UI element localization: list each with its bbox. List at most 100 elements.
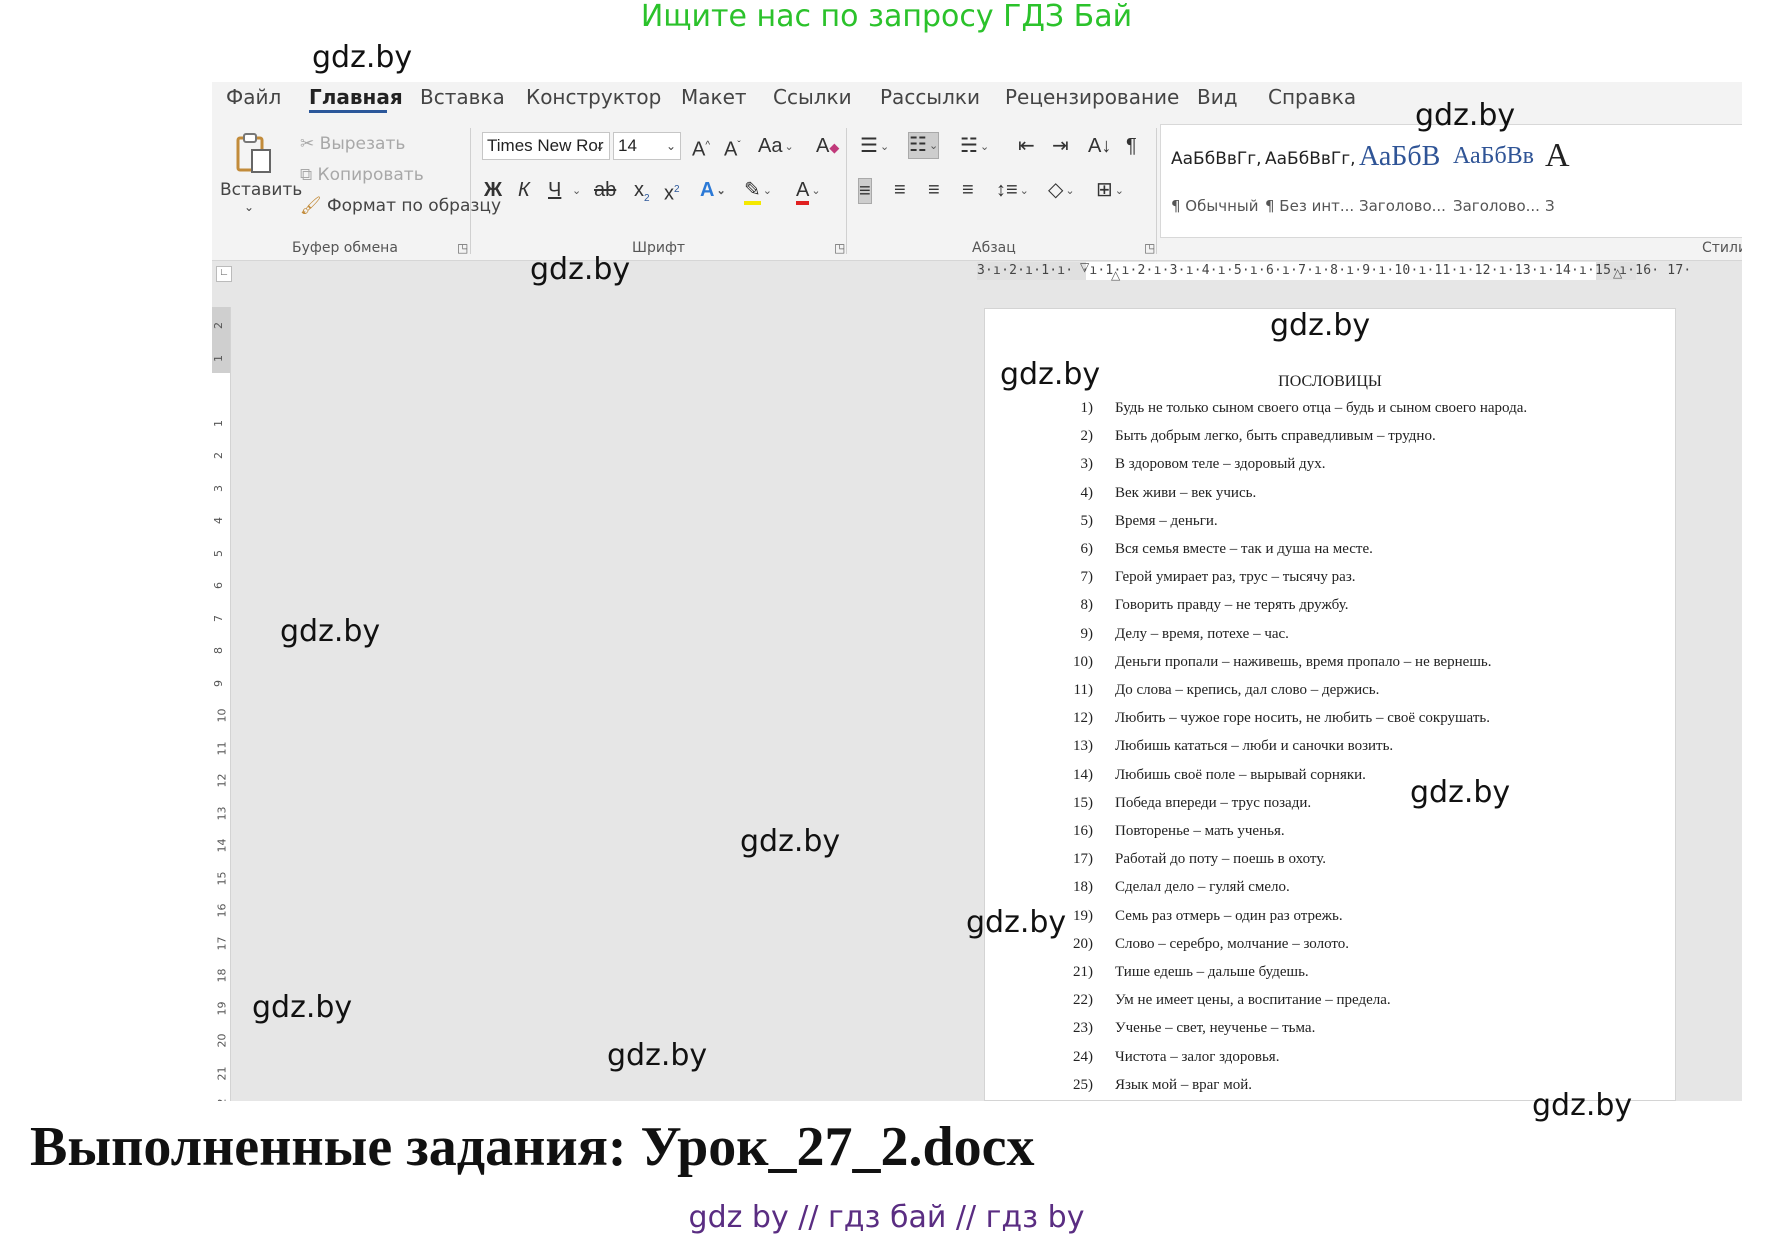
tab-insert[interactable]: Вставка bbox=[420, 82, 505, 120]
list-item-text: Язык мой – враг мой. bbox=[1115, 1076, 1252, 1093]
shrink-font-icon[interactable]: Aˇ bbox=[724, 134, 741, 162]
style-name: З bbox=[1545, 197, 1555, 215]
shading-icon[interactable]: ◇ ⌄ bbox=[1048, 178, 1075, 203]
dialog-launcher-icon[interactable]: ◳ bbox=[457, 241, 468, 255]
numbering-icon[interactable]: ☷ ⌄ bbox=[908, 132, 940, 159]
ribbon: Вставить ⌄ ✂ Вырезать ⧉ Копировать 🖌 Фор… bbox=[212, 120, 1742, 261]
ruler-tick-label: 4 bbox=[212, 517, 225, 524]
dialog-launcher-icon[interactable]: ◳ bbox=[1144, 241, 1155, 255]
paragraph-group-label: Абзац bbox=[972, 240, 1016, 256]
paste-chevron-icon[interactable]: ⌄ bbox=[244, 200, 254, 214]
watermark: gdz.by bbox=[280, 614, 381, 649]
style-title[interactable]: А З bbox=[1545, 135, 1575, 235]
font-name-combo[interactable]: Times New Ror ⌄ bbox=[482, 132, 610, 160]
ruler-margin-top bbox=[212, 307, 230, 373]
clear-formatting-icon[interactable]: A◆ bbox=[816, 134, 839, 160]
list-item-text: Деньги пропали – наживешь, время пропало… bbox=[1115, 653, 1492, 670]
tab-references[interactable]: Ссылки bbox=[773, 82, 852, 120]
tab-mailings[interactable]: Рассылки bbox=[880, 82, 980, 120]
watermark: gdz.by bbox=[966, 905, 1067, 940]
multilevel-list-icon[interactable]: ☵ ⌄ bbox=[960, 134, 989, 159]
right-indent-marker[interactable]: △ bbox=[1613, 266, 1622, 280]
align-center-icon[interactable]: ≡ bbox=[894, 178, 906, 202]
highlight-color-icon[interactable]: ✎ ⌄ bbox=[744, 178, 772, 205]
borders-icon[interactable]: ⊞ ⌄ bbox=[1096, 178, 1124, 203]
align-left-icon[interactable]: ≡ bbox=[858, 178, 872, 204]
subscript-button[interactable]: x2 bbox=[634, 178, 650, 211]
bold-button[interactable]: Ж bbox=[484, 178, 502, 202]
tab-selector[interactable]: ∟ bbox=[216, 266, 232, 282]
sort-icon[interactable]: A↓ bbox=[1088, 134, 1111, 158]
hanging-indent-marker[interactable]: △ bbox=[1111, 268, 1120, 282]
list-item-number: 2) bbox=[1080, 428, 1094, 445]
list-item-number: 3) bbox=[1080, 456, 1094, 473]
chevron-down-icon: ⌄ bbox=[665, 139, 676, 153]
tab-design[interactable]: Конструктор bbox=[526, 82, 661, 120]
grow-font-icon[interactable]: A^ bbox=[692, 134, 710, 162]
style-no-spacing[interactable]: АаБбВвГг, ¶ Без инт... bbox=[1265, 135, 1365, 235]
show-formatting-icon[interactable]: ¶ bbox=[1126, 134, 1137, 158]
tab-home[interactable]: Главная bbox=[309, 82, 403, 120]
ruler-tick-label: 1 bbox=[212, 354, 225, 362]
change-case-button[interactable]: Aa ⌄ bbox=[758, 134, 794, 159]
style-heading-1[interactable]: АаБбВ Заголово... bbox=[1359, 135, 1459, 235]
font-color-icon[interactable]: A ⌄ bbox=[796, 178, 821, 205]
increase-indent-icon[interactable]: ⇥ bbox=[1052, 134, 1069, 158]
paste-label[interactable]: Вставить bbox=[220, 180, 302, 200]
ruler-tick-label: 19 bbox=[215, 1001, 229, 1015]
decrease-indent-icon[interactable]: ⇤ bbox=[1018, 134, 1035, 158]
font-size-value: 14 bbox=[618, 136, 637, 155]
watermark: gdz.by bbox=[1532, 1088, 1633, 1123]
tab-help[interactable]: Справка bbox=[1268, 82, 1356, 120]
horizontal-ruler[interactable]: 3·ı·2·ı·1·ı· ·ı·1·ı·2·ı·3·ı·4·ı·5·ı·6·ı·… bbox=[977, 260, 1691, 282]
list-item-number: 6) bbox=[1080, 541, 1094, 557]
copy-button[interactable]: ⧉ Копировать bbox=[300, 165, 424, 185]
copy-icon: ⧉ bbox=[300, 165, 313, 185]
list-item-number: 25) bbox=[1073, 1076, 1093, 1093]
tab-layout[interactable]: Макет bbox=[681, 82, 747, 120]
list-item-text: Любить – чужое горе носить, не любить – … bbox=[1115, 710, 1490, 727]
list-item-text: Ум не имеет цены, а воспитание – предела… bbox=[1115, 992, 1391, 1009]
list-item-number: 8) bbox=[1080, 597, 1094, 614]
list-item-text: Повторенье – мать ученья. bbox=[1115, 823, 1285, 839]
list-item-number: 14) bbox=[1073, 766, 1093, 783]
vertical-ruler[interactable]: 2112345678910111213141516171819202122 bbox=[212, 307, 231, 1101]
group-divider bbox=[846, 128, 847, 254]
style-normal[interactable]: АаБбВвГг, ¶ Обычный bbox=[1171, 135, 1271, 235]
align-right-icon[interactable]: ≡ bbox=[928, 178, 940, 202]
list-item-number: 16) bbox=[1073, 823, 1093, 839]
strikethrough-button[interactable]: ab bbox=[594, 178, 616, 202]
ruler-tick-label: 2 bbox=[212, 322, 225, 329]
ruler-tick-label: 20 bbox=[215, 1033, 229, 1048]
document-page[interactable]: ПОСЛОВИЦЫ 1) Будь не только сыном своего … bbox=[984, 308, 1676, 1101]
first-line-indent-marker[interactable]: ▽ bbox=[1080, 260, 1089, 274]
list-item-number: 21) bbox=[1073, 964, 1093, 980]
paste-button[interactable] bbox=[234, 132, 274, 176]
tab-file[interactable]: Файл bbox=[226, 82, 281, 120]
italic-button[interactable]: К bbox=[518, 178, 530, 202]
cut-button[interactable]: ✂ Вырезать bbox=[300, 134, 405, 154]
list-item-text: Сделал дело – гуляй смело. bbox=[1115, 879, 1290, 896]
tab-view[interactable]: Вид bbox=[1197, 82, 1238, 120]
font-group-label: Шрифт bbox=[632, 240, 686, 256]
justify-icon[interactable]: ≡ bbox=[962, 178, 974, 202]
superscript-button[interactable]: x2 bbox=[664, 178, 680, 206]
style-heading-2[interactable]: АаБбВв Заголово... bbox=[1453, 135, 1553, 235]
watermark: gdz.by bbox=[1000, 357, 1101, 392]
subscript-label: x bbox=[634, 179, 644, 201]
dialog-launcher-icon[interactable]: ◳ bbox=[834, 241, 845, 255]
style-name: ¶ Без инт... bbox=[1265, 197, 1355, 215]
list-item-text: Герой умирает раз, трус – тысячу раз. bbox=[1115, 569, 1356, 586]
underline-button[interactable]: Ч bbox=[548, 178, 561, 202]
list-item-text: Время – деньги. bbox=[1115, 512, 1218, 529]
tab-review[interactable]: Рецензирование bbox=[1005, 82, 1179, 120]
text-effects-icon[interactable]: A ⌄ bbox=[700, 178, 726, 203]
underline-chevron-icon[interactable]: ⌄ bbox=[570, 178, 581, 203]
list-item-number: 24) bbox=[1073, 1048, 1093, 1065]
font-size-combo[interactable]: 14 ⌄ bbox=[613, 132, 681, 160]
list-item-text: Чистота – залог здоровья. bbox=[1115, 1048, 1280, 1065]
list-item-number: 5) bbox=[1080, 512, 1094, 529]
bullets-icon[interactable]: ☰ ⌄ bbox=[860, 134, 889, 159]
list-item-text: Тише едешь – дальше будешь. bbox=[1115, 964, 1309, 980]
line-spacing-icon[interactable]: ↕≡ ⌄ bbox=[996, 178, 1029, 203]
